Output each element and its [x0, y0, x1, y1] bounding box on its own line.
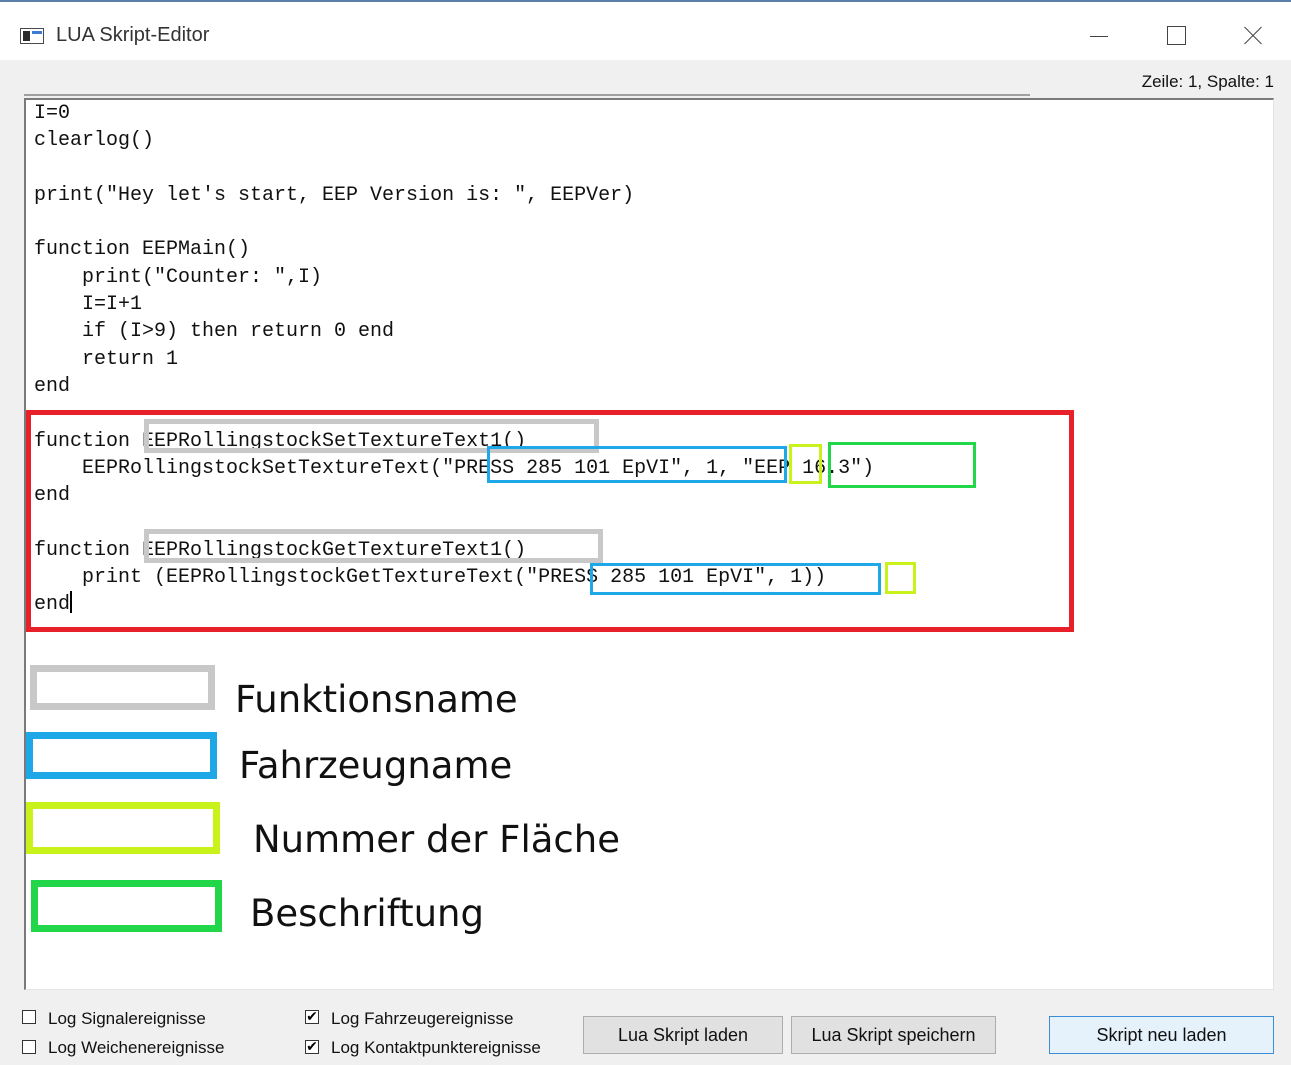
reload-script-button[interactable]: Skript neu laden [1049, 1016, 1274, 1054]
highlight-function-name-get [144, 529, 603, 563]
legend-label-surface-number: Nummer der Fläche [253, 818, 620, 861]
code-line[interactable]: if (I>9) then return 0 end [34, 318, 874, 345]
code-editor[interactable]: I=0 clearlog() print("Hey let's start, EEP… [24, 98, 1274, 990]
code-line[interactable]: I=I+1 [34, 291, 874, 318]
log-switch-label[interactable]: Log Weichenereignisse [48, 1038, 224, 1058]
highlight-vehicle-name-get [590, 563, 881, 595]
log-vehicle-checkbox[interactable]: ✔ [305, 1010, 319, 1024]
log-contact-checkbox[interactable]: ✔ [305, 1040, 319, 1054]
code-line[interactable]: end [34, 373, 874, 400]
minimize-button[interactable] [1078, 14, 1122, 54]
code-line[interactable]: function EEPMain() [34, 236, 874, 263]
editor-top-edge [24, 94, 1030, 96]
code-line[interactable]: return 1 [34, 346, 874, 373]
cursor-position-status: Zeile: 1, Spalte: 1 [1141, 72, 1274, 91]
title-bar[interactable]: LUA Skript-Editor [0, 2, 1291, 60]
legend-label-caption: Beschriftung [250, 892, 484, 935]
log-vehicle-label[interactable]: Log Fahrzeugereignisse [331, 1009, 513, 1029]
code-line[interactable] [34, 209, 874, 236]
code-line[interactable] [34, 155, 874, 182]
highlight-vehicle-name-set [487, 446, 787, 483]
legend-swatch-gray [30, 665, 215, 710]
code-line[interactable]: clearlog() [34, 127, 874, 154]
code-line[interactable]: print("Hey let's start, EEP Version is: … [34, 182, 874, 209]
checkmark-icon: ✔ [306, 1039, 318, 1055]
highlight-label-set [828, 442, 976, 488]
highlight-surface-number-get [885, 562, 916, 594]
legend-label-function-name: Funktionsname [235, 678, 518, 721]
highlight-surface-number-set [789, 444, 822, 484]
legend-swatch-lime [26, 802, 220, 854]
legend-swatch-blue [26, 732, 217, 779]
log-signal-checkbox[interactable] [22, 1010, 36, 1024]
save-script-button[interactable]: Lua Skript speichern [791, 1016, 996, 1054]
maximize-button[interactable] [1153, 14, 1197, 54]
log-signal-label[interactable]: Log Signalereignisse [48, 1009, 206, 1029]
checkmark-icon: ✔ [306, 1009, 318, 1025]
legend-label-vehicle-name: Fahrzeugname [239, 744, 513, 787]
load-script-button[interactable]: Lua Skript laden [583, 1016, 783, 1054]
window-title: LUA Skript-Editor [56, 24, 210, 46]
app-icon [20, 28, 44, 44]
code-line[interactable]: print("Counter: ",I) [34, 264, 874, 291]
close-button[interactable] [1230, 14, 1274, 54]
code-line[interactable]: I=0 [34, 100, 874, 127]
log-switch-checkbox[interactable] [22, 1040, 36, 1054]
log-contact-label[interactable]: Log Kontaktpunktereignisse [331, 1038, 541, 1058]
legend-swatch-green [31, 880, 222, 932]
